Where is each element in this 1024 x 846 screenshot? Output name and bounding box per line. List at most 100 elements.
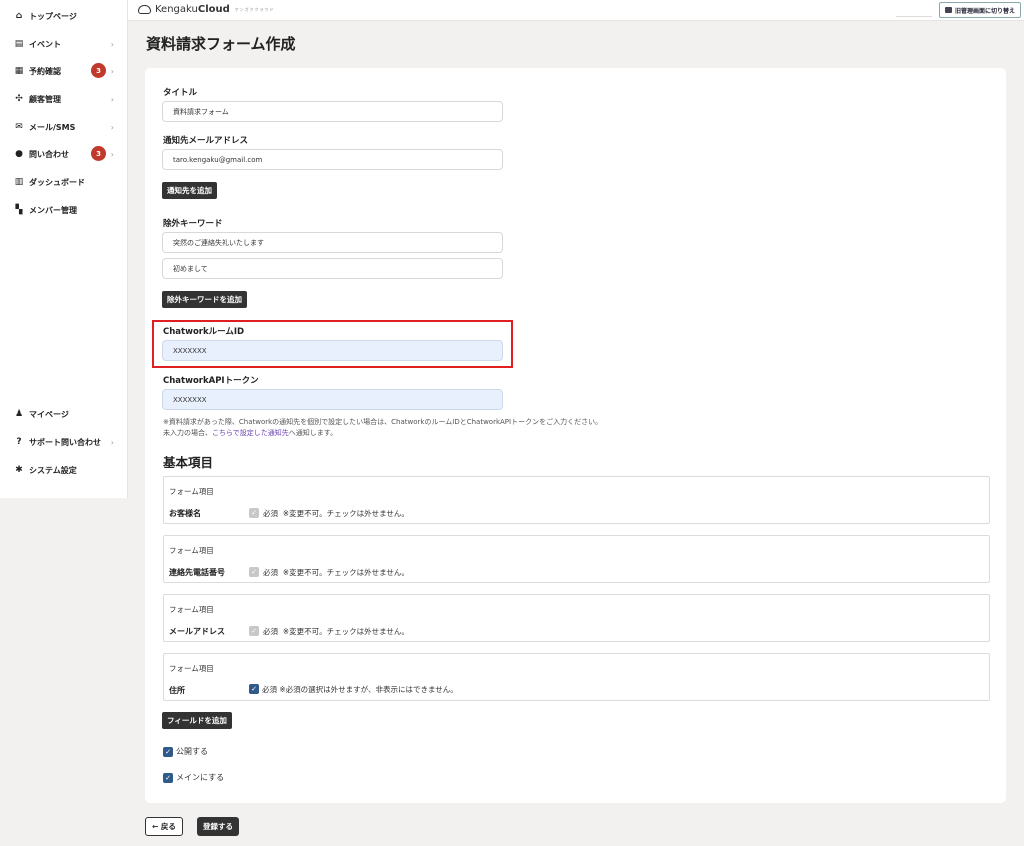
required-label: 必須 (262, 685, 277, 694)
chatwork-room-label: ChatworkルームID (163, 327, 245, 337)
required-checkbox: ✓ (249, 508, 259, 518)
field-required-text: 必須 ※変更不可。チェックは外せません。 (263, 626, 409, 637)
sidebar-item-mypage[interactable]: ♟ マイページ (14, 407, 120, 421)
sidebar-item-label: 問い合わせ (29, 149, 69, 159)
required-checkbox[interactable]: ✓ (249, 684, 259, 694)
field-required-text: 必須 ※変更不可。チェックは外せません。 (263, 508, 409, 519)
chatwork-token-label: ChatworkAPIトークン (163, 376, 259, 386)
field-header: フォーム項目 (169, 546, 214, 555)
help-icon: ? (16, 437, 22, 447)
required-checkbox: ✓ (249, 567, 259, 577)
gear-icon: ✱ (15, 465, 23, 475)
back-button[interactable]: ← 戻る (145, 817, 183, 836)
form-field-box: フォーム項目 お客様名 ✓ 必須 ※変更不可。チェックは外せません。 (163, 476, 990, 524)
add-notify-button[interactable]: 通知先を追加 (162, 182, 217, 199)
chevron-right-icon: › (110, 437, 114, 447)
main-toggle[interactable]: ✓ メインにする (163, 772, 224, 783)
sidebar-item-label: メンバー管理 (29, 205, 77, 215)
calendar-icon: ▦ (14, 66, 24, 76)
chatwork-note: ※資料請求があった際、Chatworkの通知先を個別で設定したい場合は、Chat… (163, 418, 603, 426)
form-field-box: フォーム項目 住所 ✓ 必須 ※必須の選択は外せますが、非表示にはできません。 (163, 653, 990, 701)
required-label: 必須 (263, 627, 278, 636)
field-note: ※変更不可。チェックは外せません。 (282, 568, 409, 577)
field-name: 連絡先電話番号 (169, 568, 225, 577)
title-input-value: 資料請求フォーム (173, 107, 229, 116)
sidebar-item-label: ダッシュボード (29, 177, 85, 187)
note-suffix: へ通知します。 (288, 429, 338, 437)
email-input[interactable]: taro.kengaku@gmail.com (162, 149, 503, 170)
sidebar-item-label: メール/SMS (29, 122, 76, 132)
sidebar-item-label: 予約確認 (29, 66, 61, 76)
logo-prefix: Kengaku (155, 4, 198, 15)
switch-legacy-label: 旧管理画面に切り替え (954, 7, 1015, 15)
sidebar-item-events[interactable]: ▤ イベント › (14, 37, 120, 51)
title-label: タイトル (163, 88, 198, 98)
save-button[interactable]: 登録する (197, 817, 239, 836)
sidebar-item-top[interactable]: ⌂ トップページ (14, 9, 120, 23)
logo-bold: Cloud (197, 4, 230, 15)
field-header: フォーム項目 (169, 664, 214, 673)
exclude-input-1[interactable]: 突然のご連絡失礼いたします (162, 232, 503, 253)
sidebar-item-settings[interactable]: ✱ システム設定 (14, 463, 120, 477)
document-icon: ▤ (14, 39, 24, 49)
publish-toggle[interactable]: ✓ 公開する (163, 746, 208, 757)
publish-label: 公開する (176, 747, 208, 756)
sidebar-item-support[interactable]: ? サポート問い合わせ › (14, 435, 120, 449)
field-note: ※変更不可。チェックは外せません。 (282, 627, 409, 636)
chat-icon: ● (15, 149, 23, 159)
field-required-text: 必須 ※必須の選択は外せますが、非表示にはできません。 (262, 684, 458, 695)
note-prefix: 未入力の場合、 (163, 429, 212, 437)
add-field-button[interactable]: フィールドを追加 (162, 712, 232, 729)
chevron-right-icon: › (110, 122, 114, 132)
page-title: 資料請求フォーム作成 (146, 35, 296, 53)
basic-section-title: 基本項目 (163, 455, 214, 470)
sidebar-item-reservations[interactable]: ▦ 予約確認 3 › (14, 63, 120, 78)
monitor-icon (944, 7, 952, 13)
chevron-right-icon: › (110, 66, 114, 76)
chatwork-token-value: XXXXXXX (173, 395, 207, 404)
required-label: 必須 (263, 509, 278, 518)
main-label: メインにする (176, 773, 225, 782)
grid-icon: ▚ (15, 205, 23, 215)
notification-badge: 3 (91, 146, 106, 161)
switch-legacy-button[interactable]: 旧管理画面に切り替え (938, 2, 1021, 18)
sidebar-item-label: サポート問い合わせ (29, 437, 101, 447)
field-header: フォーム項目 (169, 605, 214, 614)
exclude-input-2[interactable]: 初めまして (162, 258, 503, 279)
form-field-box: フォーム項目 メールアドレス ✓ 必須 ※変更不可。チェックは外せません。 (163, 594, 990, 642)
field-name: 住所 (169, 686, 185, 695)
checkbox-checked-icon[interactable]: ✓ (163, 746, 173, 757)
title-input[interactable]: 資料請求フォーム (162, 101, 503, 122)
chevron-right-icon: › (110, 149, 114, 159)
sidebar-item-members[interactable]: ▚ メンバー管理 (14, 203, 120, 217)
sidebar-item-label: トップページ (29, 11, 77, 21)
home-icon: ⌂ (15, 11, 23, 21)
exclude-label: 除外キーワード (163, 219, 223, 229)
checkbox-checked-icon[interactable]: ✓ (163, 772, 173, 783)
notify-settings-link[interactable]: こちらで設定した通知先 (212, 429, 289, 437)
field-note: ※必須の選択は外せますが、非表示にはできません。 (279, 685, 458, 694)
notification-badge: 3 (91, 63, 106, 78)
exclude-input-value: 突然のご連絡失礼いたします (173, 238, 264, 247)
field-name: メールアドレス (169, 627, 225, 636)
field-note: ※変更不可。チェックは外せません。 (282, 509, 409, 518)
sidebar-item-customers[interactable]: ✣ 顧客管理 › (14, 92, 120, 106)
sidebar-item-label: マイページ (29, 409, 69, 419)
chatwork-room-input[interactable]: XXXXXXX (162, 340, 503, 361)
field-name: お客様名 (169, 509, 201, 518)
people-icon: ✣ (15, 94, 23, 104)
sidebar-item-dashboard[interactable]: ▥ ダッシュボード (14, 175, 120, 189)
sidebar-item-label: 顧客管理 (29, 94, 61, 104)
field-header: フォーム項目 (169, 487, 214, 496)
email-label: 通知先メールアドレス (163, 136, 249, 146)
sidebar-item-inquiries[interactable]: ● 問い合わせ 3 › (14, 146, 120, 161)
add-exclude-button[interactable]: 除外キーワードを追加 (162, 291, 247, 308)
divider (896, 16, 932, 17)
chatwork-room-value: XXXXXXX (173, 346, 207, 355)
sidebar-item-mail[interactable]: ✉ メール/SMS › (14, 120, 120, 134)
topbar: Kengaku Cloud ケンガククラウド 旧管理画面に切り替え (128, 0, 1024, 21)
chatwork-token-input[interactable]: XXXXXXX (162, 389, 503, 410)
user-icon: ♟ (14, 409, 24, 419)
logo[interactable]: Kengaku Cloud ケンガククラウド (138, 4, 275, 15)
required-label: 必須 (263, 568, 278, 577)
